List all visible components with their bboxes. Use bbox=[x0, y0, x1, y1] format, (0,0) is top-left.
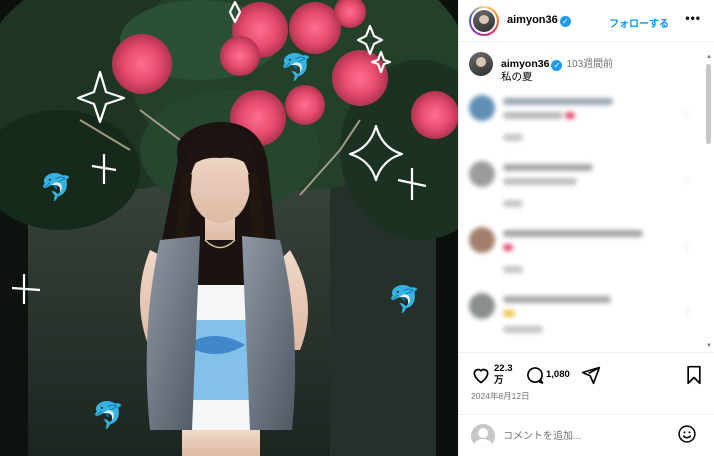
dolphin-icon: 🐬 bbox=[40, 171, 72, 203]
heart-icon[interactable] bbox=[471, 365, 491, 385]
instagram-post-view: 🐬 🐬 🐬 🐬 aimyon36 ✓ フォローする ••• aimyon36 ✓ 10… bbox=[0, 0, 714, 456]
like-count[interactable]: 22.3万 bbox=[494, 363, 514, 387]
story-ring-avatar[interactable] bbox=[469, 6, 499, 36]
follow-button[interactable]: フォローする bbox=[609, 15, 669, 30]
comment-icon[interactable] bbox=[525, 365, 545, 385]
add-comment-bar bbox=[459, 414, 714, 456]
verified-badge-icon: ✓ bbox=[559, 16, 571, 27]
heart-icon[interactable]: ♡ bbox=[683, 110, 691, 121]
avatar bbox=[473, 10, 495, 32]
post-side-panel: aimyon36 ✓ フォローする ••• aimyon36 ✓ 103週間前 私の夏… bbox=[458, 0, 714, 456]
avatar bbox=[469, 95, 495, 121]
scrollbar-thumb[interactable] bbox=[706, 64, 711, 144]
scroll-down-icon[interactable]: ▼ bbox=[706, 343, 712, 349]
avatar bbox=[469, 161, 495, 187]
heart-icon[interactable]: ♡ bbox=[683, 242, 691, 253]
user-avatar-icon bbox=[471, 424, 495, 448]
username-text[interactable]: aimyon36 bbox=[507, 14, 558, 26]
caption-time[interactable]: 103週間前 bbox=[566, 59, 613, 70]
list-item: ♡ bbox=[469, 224, 695, 290]
bookmark-icon[interactable] bbox=[685, 365, 703, 385]
caption-avatar[interactable] bbox=[469, 52, 493, 76]
share-icon[interactable] bbox=[581, 365, 601, 385]
more-options-icon[interactable]: ••• bbox=[685, 11, 701, 25]
dolphin-icon: 🐬 bbox=[280, 51, 312, 83]
comment-input[interactable] bbox=[503, 427, 663, 445]
dolphin-icon: 🐬 bbox=[92, 399, 124, 431]
avatar bbox=[469, 293, 495, 319]
comments-scrollbar[interactable] bbox=[706, 56, 711, 352]
verified-badge-icon: ✓ bbox=[551, 60, 563, 71]
avatar bbox=[469, 227, 495, 253]
emoji-icon[interactable] bbox=[677, 424, 697, 444]
list-item: ♡ bbox=[469, 92, 695, 158]
heart-icon[interactable]: ♡ bbox=[683, 176, 691, 187]
post-date: 2024年8月12日 bbox=[471, 391, 530, 401]
post-header: aimyon36 ✓ フォローする ••• bbox=[459, 0, 714, 42]
heart-icon[interactable]: ♡ bbox=[683, 308, 691, 319]
comment-count[interactable]: 1,080 bbox=[546, 369, 570, 380]
header-username[interactable]: aimyon36 ✓ bbox=[507, 14, 571, 27]
action-bar: 22.3万 1,080 2024年8月12日 bbox=[459, 352, 714, 414]
post-photo[interactable]: 🐬 🐬 🐬 🐬 bbox=[0, 0, 458, 456]
dolphin-icon: 🐬 bbox=[388, 283, 420, 315]
photo-illustration: 🐬 🐬 🐬 🐬 bbox=[0, 0, 458, 456]
list-item: ♡ bbox=[469, 158, 695, 224]
list-item: ♡ bbox=[469, 290, 695, 356]
comment-list: ♡ ♡ ♡ ♡ bbox=[469, 92, 695, 356]
caption-text: 私の夏 bbox=[501, 71, 533, 83]
